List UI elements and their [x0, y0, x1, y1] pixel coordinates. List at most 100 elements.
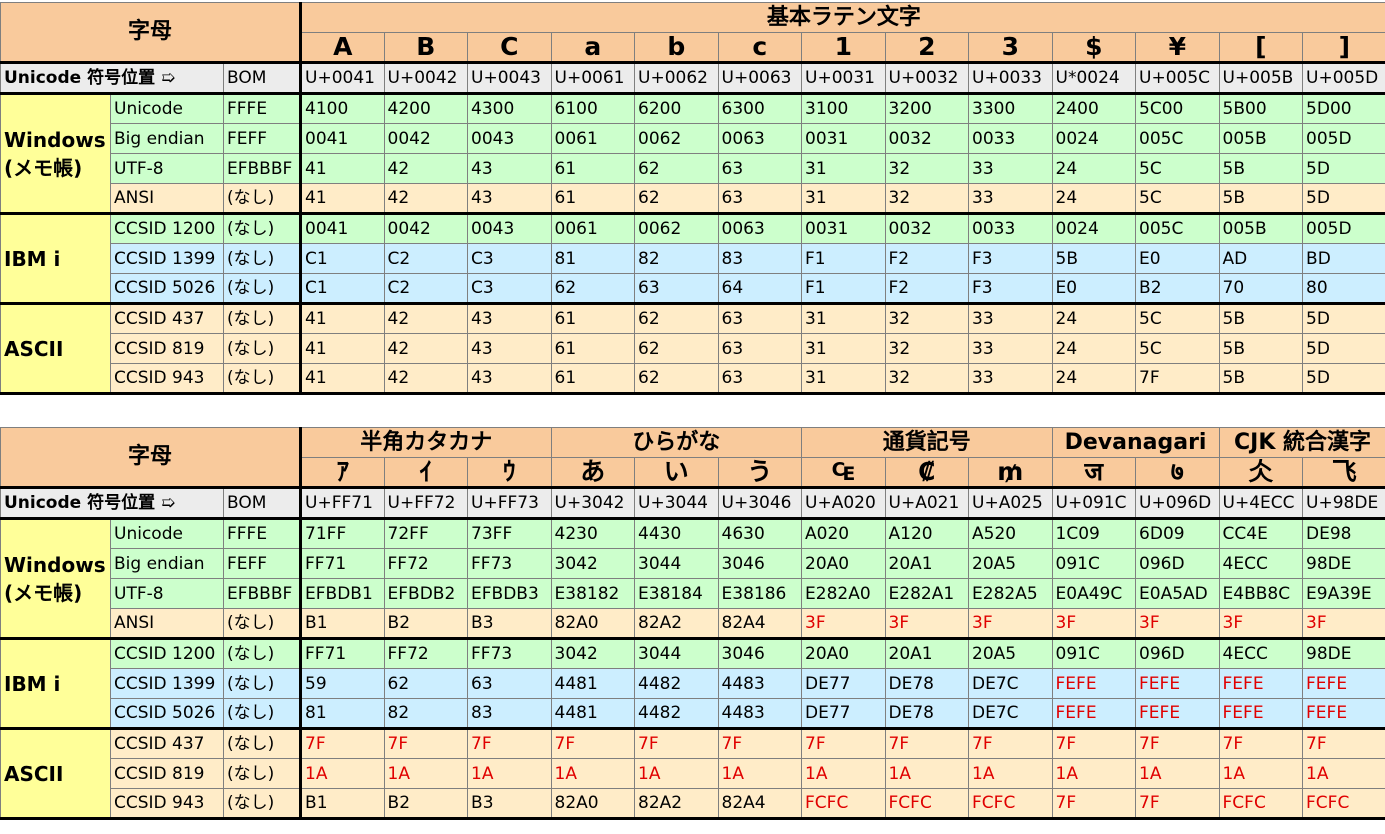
encoded-value: FCFC: [968, 788, 1053, 820]
encoded-value: 43: [467, 363, 552, 395]
encoding-bom: (なし): [222, 608, 302, 640]
encoded-value: 42: [383, 303, 469, 334]
encoded-value: 61: [550, 303, 636, 334]
encoded-value: 7F: [968, 728, 1053, 759]
encoded-value: 62: [634, 303, 719, 334]
encoded-value: 3F: [1051, 608, 1137, 640]
encoding-bom: (なし): [222, 273, 302, 305]
encoded-value: DE7C: [968, 698, 1053, 730]
encoded-value: 5C: [1135, 333, 1220, 364]
encoding-name: CCSID 1399: [110, 668, 224, 699]
encoding-bom: (なし): [222, 788, 302, 820]
encoded-value: 24: [1051, 183, 1137, 215]
character-cell: $: [1051, 32, 1137, 64]
character-cell: ७: [1135, 457, 1220, 489]
encoded-value: 20A1: [884, 638, 970, 669]
platform-label: Windows (メモ帳): [0, 93, 111, 215]
encoded-value: 43: [467, 153, 552, 184]
character-cell: あ: [550, 457, 636, 489]
character-cell: ₥: [968, 457, 1053, 489]
codepoint-cell: U+005C: [1135, 62, 1220, 95]
encoded-value: 20A5: [968, 548, 1053, 579]
encoded-value: 82A4: [717, 788, 803, 820]
codepoint-cell: U+FF73: [467, 487, 552, 520]
encoded-value: 4630: [717, 518, 803, 549]
encoded-value: C1: [299, 243, 385, 274]
encoding-bom: FFFE: [222, 518, 302, 549]
character-cell: ｳ: [467, 457, 552, 489]
encoded-value: 0031: [801, 123, 886, 154]
encoded-value: F2: [884, 273, 970, 305]
character-cell: A: [299, 32, 385, 64]
encoded-value: 5B: [1218, 183, 1304, 215]
encoded-value: E38184: [634, 578, 719, 609]
character-cell: B: [383, 32, 469, 64]
codepoint-cell: U+0062: [634, 62, 719, 95]
encoded-value: 1C09: [1051, 518, 1137, 549]
encoding-row: CCSID 5026 (なし) 81 82 83 4481 4482 4483 DE77 DE78…: [1, 698, 1385, 730]
encoded-value: 6300: [717, 93, 803, 124]
encoded-value: 0032: [884, 123, 970, 154]
character-cell: ₡: [884, 457, 970, 489]
encoded-value: 1A: [884, 758, 970, 789]
encoded-value: 3F: [884, 608, 970, 640]
codepoint-cell: U+0043: [467, 62, 552, 95]
encoded-value: 82: [383, 698, 469, 730]
character-cell: ｲ: [383, 457, 469, 489]
encoding-row: CCSID 1399 (なし) 59 62 63 4481 4482 4483 DE77 DE78…: [1, 668, 1385, 699]
encoded-value: 6D09: [1135, 518, 1220, 549]
encoded-value: 0042: [383, 213, 469, 244]
encoded-value: 3042: [550, 548, 636, 579]
encoded-value: E38186: [717, 578, 803, 609]
platform-label: IBM i: [0, 638, 111, 730]
encoding-row: IBM i CCSID 1200 (なし) FF71 FF72 FF73 3042 3044 3…: [0, 638, 1385, 730]
encoded-value: 0061: [550, 213, 636, 244]
encoded-value: 6200: [634, 93, 719, 124]
encoded-value: 63: [467, 668, 552, 699]
encoded-value: 4ECC: [1218, 548, 1304, 579]
encoded-value: 5B: [1218, 153, 1304, 184]
encoded-value: 43: [467, 303, 552, 334]
basic-latin-encoding-table: 字母 基本ラテン文字 A B Ca b c 1 2 3 $ ¥[] Unicode 符号位置 ➯ BOM U…: [0, 2, 1385, 395]
encoding-name: CCSID 943: [110, 788, 224, 820]
encoding-name: UTF-8: [110, 153, 224, 184]
encoding-name: CCSID 437: [110, 728, 224, 759]
encoded-value: B2: [1135, 273, 1220, 305]
encoding-row: ANSI (なし) B1 B2 B3 82A0 82A2 82A4 3F 3F 3F 3F 3F 3F 3F: [1, 608, 1385, 640]
encoded-value: B1: [299, 608, 385, 640]
encoded-value: 63: [717, 333, 803, 364]
codepoint-cell: U+0032: [884, 62, 970, 95]
encoded-value: 61: [550, 333, 636, 364]
encoding-row: CCSID 943 (なし) B1 B2 B3 82A0 82A2 82A4 FCFC FCFC F…: [1, 788, 1385, 820]
character-cell: 飞: [1302, 457, 1385, 489]
encoded-value: DE78: [884, 668, 970, 699]
encoding-row: UTF-8 EFBBBF 41 42 43 61 62 63 31 32 33 24 5C 5B 5D: [1, 153, 1385, 184]
codepoint-cell: U+3046: [717, 487, 803, 520]
encoding-row: Windows (メモ帳) Unicode FFFE 71FF 72FF 73FF 4230 4…: [0, 518, 1385, 640]
platform-label: ASCII: [0, 728, 111, 820]
encoded-value: 7F: [634, 728, 719, 759]
character-cell: C: [467, 32, 552, 64]
character-cell: c: [717, 32, 803, 64]
encoded-value: 63: [717, 363, 803, 395]
encoded-value: 32: [884, 303, 970, 334]
encoded-value: B2: [383, 608, 469, 640]
encoded-value: 41: [299, 183, 385, 215]
encoded-value: B2: [383, 788, 469, 820]
encoded-value: 83: [717, 243, 803, 274]
bom-label: BOM: [222, 62, 302, 95]
alphabet-label: 字母: [0, 2, 302, 64]
encoded-value: 3F: [1302, 608, 1385, 640]
encoded-value: 4481: [550, 698, 636, 730]
codepoint-cell: U+005D: [1302, 62, 1385, 95]
encoded-value: 62: [634, 363, 719, 395]
encoded-value: A020: [801, 518, 886, 549]
encoding-bom: (なし): [222, 698, 302, 730]
encoded-value: 0061: [550, 123, 636, 154]
encoded-value: 5C: [1135, 153, 1220, 184]
encoding-bom: (なし): [222, 363, 302, 395]
encoded-value: DE98: [1302, 518, 1385, 549]
codepoint-cell: U+FF71: [299, 487, 385, 520]
encoding-row: IBM i CCSID 1200 (なし) 0041 0042 0043 0061 0062 0…: [0, 213, 1385, 305]
codepoint-cell: U+0063: [717, 62, 803, 95]
